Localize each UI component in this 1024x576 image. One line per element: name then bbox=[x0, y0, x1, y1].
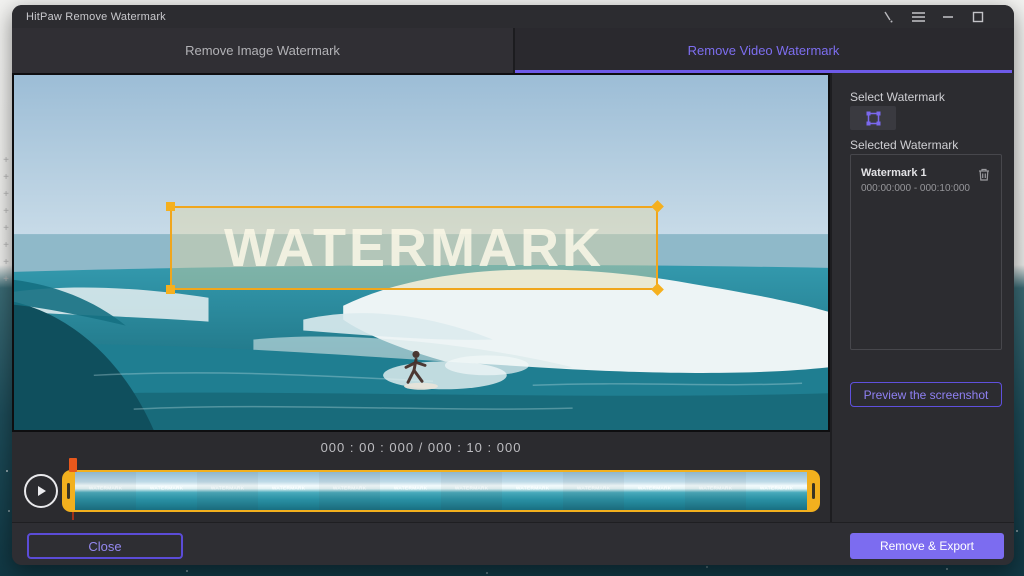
video-preview-frame: WATERMARK bbox=[12, 73, 830, 432]
selected-watermark-list: Watermark 1 000:00:000 - 000:10:000 bbox=[850, 154, 1002, 350]
title-bar: HitPaw Remove Watermark bbox=[12, 5, 1014, 28]
filmstrip-thumb: WATERMARK bbox=[746, 472, 807, 510]
filmstrip-thumb: WATERMARK bbox=[563, 472, 624, 510]
marquee-select-button[interactable] bbox=[850, 106, 896, 130]
remove-export-button[interactable]: Remove & Export bbox=[850, 533, 1004, 559]
background-plus-marks: ++++++++ bbox=[0, 152, 12, 288]
plus-mark: + bbox=[0, 271, 12, 288]
marquee-select-icon bbox=[865, 110, 882, 127]
plus-mark: + bbox=[0, 186, 12, 203]
filmstrip-thumb: WATERMARK bbox=[624, 472, 685, 510]
play-icon bbox=[34, 484, 48, 498]
video-preview[interactable]: WATERMARK bbox=[14, 75, 828, 430]
plus-mark: + bbox=[0, 220, 12, 237]
plus-mark: + bbox=[0, 169, 12, 186]
window-controls bbox=[880, 5, 986, 28]
filmstrip-thumb: WATERMARK bbox=[75, 472, 136, 510]
menu-icon[interactable] bbox=[910, 9, 926, 25]
timeline-filmstrip[interactable]: WATERMARKWATERMARKWATERMARKWATERMARKWATE… bbox=[62, 470, 820, 512]
player-panel: 000 : 00 : 000 / 000 : 10 : 000 WATERMAR… bbox=[12, 432, 830, 522]
tab-video-label: Remove Video Watermark bbox=[688, 43, 840, 58]
plus-mark: + bbox=[0, 237, 12, 254]
filmstrip-thumbs: WATERMARKWATERMARKWATERMARKWATERMARKWATE… bbox=[75, 472, 807, 510]
trim-grip bbox=[67, 483, 70, 499]
delete-watermark-button[interactable] bbox=[977, 167, 993, 183]
trim-handle-left[interactable] bbox=[62, 470, 75, 512]
minimize-icon[interactable] bbox=[940, 9, 956, 25]
close-button[interactable]: Close bbox=[27, 533, 183, 559]
plus-mark: + bbox=[0, 254, 12, 271]
tab-remove-image-watermark[interactable]: Remove Image Watermark bbox=[12, 28, 515, 73]
filmstrip-thumb: WATERMARK bbox=[685, 472, 746, 510]
filmstrip-thumb: WATERMARK bbox=[441, 472, 502, 510]
filmstrip-thumb: WATERMARK bbox=[502, 472, 563, 510]
selection-handle-bottom-left[interactable] bbox=[166, 285, 175, 294]
filmstrip-thumb: WATERMARK bbox=[197, 472, 258, 510]
trim-handle-right[interactable] bbox=[807, 470, 820, 512]
tab-remove-video-watermark[interactable]: Remove Video Watermark bbox=[515, 28, 1012, 73]
select-watermark-label: Select Watermark bbox=[850, 90, 945, 104]
maximize-icon[interactable] bbox=[970, 9, 986, 25]
plus-mark: + bbox=[0, 152, 12, 169]
tab-image-label: Remove Image Watermark bbox=[185, 43, 340, 58]
plus-mark: + bbox=[0, 203, 12, 220]
pen-icon[interactable] bbox=[880, 9, 896, 25]
filmstrip-thumb: WATERMARK bbox=[319, 472, 380, 510]
watermark-item-range: 000:00:000 - 000:10:000 bbox=[861, 183, 991, 194]
trim-grip bbox=[812, 483, 815, 499]
play-button[interactable] bbox=[24, 474, 58, 508]
filmstrip-thumb: WATERMARK bbox=[258, 472, 319, 510]
filmstrip-thumb: WATERMARK bbox=[136, 472, 197, 510]
trash-icon bbox=[977, 167, 991, 182]
window-title: HitPaw Remove Watermark bbox=[12, 11, 166, 23]
app-window: HitPaw Remove Watermark Remove Image Wat… bbox=[12, 5, 1014, 565]
sidebar: Select Watermark Selected Watermark Wate… bbox=[830, 73, 1014, 522]
watermark-overlay-text: WATERMARK bbox=[224, 217, 604, 279]
selected-watermark-label: Selected Watermark bbox=[850, 138, 958, 152]
tab-bar: Remove Image Watermark Remove Video Wate… bbox=[12, 28, 1014, 73]
watermark-selection-box[interactable]: WATERMARK bbox=[170, 206, 658, 290]
time-display: 000 : 00 : 000 / 000 : 10 : 000 bbox=[12, 440, 830, 455]
playhead-marker[interactable] bbox=[69, 458, 77, 472]
watermark-item-name: Watermark 1 bbox=[861, 167, 991, 179]
watermark-list-item[interactable]: Watermark 1 000:00:000 - 000:10:000 bbox=[851, 155, 1001, 206]
filmstrip-thumb: WATERMARK bbox=[380, 472, 441, 510]
preview-screenshot-button[interactable]: Preview the screenshot bbox=[850, 382, 1002, 407]
wallpaper-speckles bbox=[6, 470, 8, 472]
footer-bar: Close Remove & Export bbox=[12, 522, 1014, 565]
selection-handle-top-left[interactable] bbox=[166, 202, 175, 211]
